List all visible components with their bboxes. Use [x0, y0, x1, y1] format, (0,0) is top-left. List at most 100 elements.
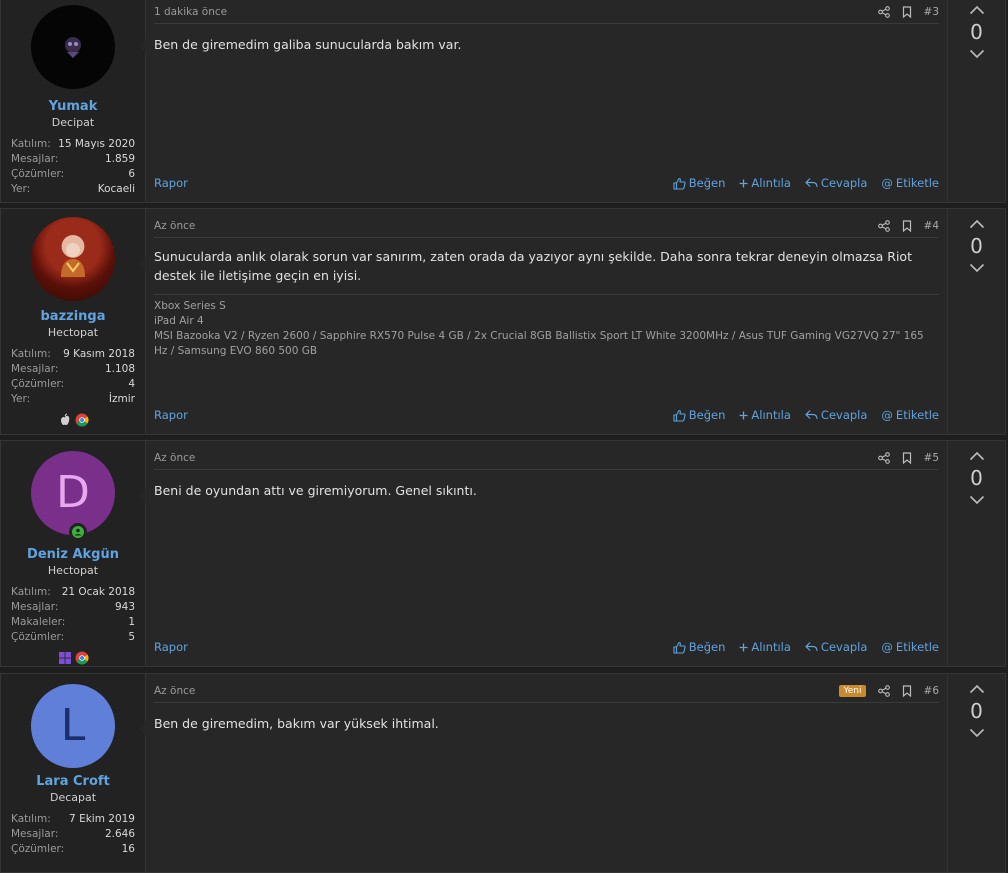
message-pointer	[139, 722, 146, 736]
avatar[interactable]	[31, 5, 115, 89]
online-status-icon	[69, 523, 87, 541]
quote-button[interactable]: Alıntıla	[739, 640, 791, 654]
chevron-up-icon[interactable]	[969, 5, 985, 15]
thumbs-up-icon	[673, 641, 686, 654]
post-number[interactable]: #3	[924, 6, 939, 18]
post-number[interactable]: #6	[924, 685, 939, 697]
stat-row: Çözümler: 6	[11, 167, 135, 182]
stat-label: Çözümler:	[11, 168, 65, 180]
avatar[interactable]: L	[31, 684, 115, 768]
message-body: Sunucularda anlık olarak sorun var sanır…	[154, 249, 912, 283]
device-badges	[1, 651, 145, 665]
user-title: Hectopat	[47, 564, 99, 577]
tag-label: Etiketle	[895, 640, 939, 654]
stat-row: Katılım: 21 Ocak 2018	[11, 585, 135, 600]
tag-button[interactable]: @ Etiketle	[881, 640, 939, 654]
username[interactable]: bazzinga	[1, 309, 145, 324]
bookmark-icon[interactable]	[902, 452, 912, 464]
thumbs-up-icon	[673, 177, 686, 190]
bookmark-icon[interactable]	[902, 220, 912, 232]
at-icon: @	[881, 640, 893, 654]
bookmark-icon[interactable]	[902, 685, 912, 697]
post-number[interactable]: #4	[924, 220, 939, 232]
vote-count: 0	[970, 699, 983, 723]
share-icon[interactable]	[877, 220, 890, 232]
share-icon[interactable]	[877, 685, 890, 697]
post-number[interactable]: #5	[924, 452, 939, 464]
stat-label: Yer:	[11, 393, 31, 405]
message-main: Az önce Yeni #6 Ben de giremedim, bakım …	[146, 674, 947, 872]
stat-label: Mesajlar:	[11, 363, 59, 375]
chevron-down-icon[interactable]	[969, 263, 985, 273]
message-body: Ben de giremedim, bakım var yüksek ihtim…	[154, 716, 439, 731]
post-time[interactable]: Az önce	[154, 452, 195, 464]
user-cell: D Deniz Akgün Hectopat Katılım: 21 Ocak 2…	[1, 441, 146, 666]
reply-button[interactable]: Cevapla	[805, 408, 867, 422]
avatar[interactable]	[31, 217, 115, 301]
user-cell: bazzinga Hectopat Katılım: 9 Kasım 2018 M…	[1, 209, 146, 434]
reply-icon	[805, 409, 818, 421]
stat-value: 9 Kasım 2018	[63, 348, 135, 360]
share-icon[interactable]	[877, 452, 890, 464]
username[interactable]: Deniz Akgün	[1, 547, 145, 562]
reply-button[interactable]: Cevapla	[805, 176, 867, 190]
signature: Xbox Series S iPad Air 4 MSI Bazooka V2 …	[154, 294, 939, 359]
post-4: bazzinga Hectopat Katılım: 9 Kasım 2018 M…	[0, 208, 1006, 435]
stat-label: Çözümler:	[11, 631, 65, 643]
at-icon: @	[881, 408, 893, 422]
stat-value: 7 Ekim 2019	[69, 813, 135, 825]
username[interactable]: Lara Croft	[1, 774, 145, 789]
post-time[interactable]: Az önce	[154, 220, 195, 232]
like-label: Beğen	[688, 176, 726, 190]
like-button[interactable]: Beğen	[673, 176, 726, 190]
stat-row: Çözümler: 4	[11, 377, 135, 392]
report-link[interactable]: Rapor	[154, 176, 188, 190]
vote-cell: 0	[947, 209, 1005, 434]
post-header: Az önce Yeni #6	[154, 680, 939, 703]
message-main: 1 dakika önce #3 Ben de giremedim galiba…	[146, 0, 947, 202]
chevron-up-icon[interactable]	[969, 219, 985, 229]
chevron-down-icon[interactable]	[969, 49, 985, 59]
tag-button[interactable]: @ Etiketle	[881, 176, 939, 190]
report-link[interactable]: Rapor	[154, 640, 188, 654]
post-time[interactable]: 1 dakika önce	[154, 6, 227, 18]
tag-button[interactable]: @ Etiketle	[881, 408, 939, 422]
chevron-down-icon[interactable]	[969, 728, 985, 738]
username[interactable]: Yumak	[1, 99, 145, 114]
signature-line: iPad Air 4	[154, 315, 204, 327]
stat-label: Katılım:	[11, 138, 51, 150]
quote-label: Alıntıla	[751, 640, 791, 654]
stat-value: 1.859	[104, 153, 135, 165]
post-5: D Deniz Akgün Hectopat Katılım: 21 Ocak 2…	[0, 440, 1006, 667]
at-icon: @	[881, 176, 893, 190]
share-icon[interactable]	[877, 6, 890, 18]
quote-button[interactable]: Alıntıla	[739, 176, 791, 190]
reply-icon	[805, 177, 818, 189]
user-cell: L Lara Croft Decapat Katılım: 7 Ekim 2019…	[1, 674, 146, 872]
avatar[interactable]: D	[31, 451, 115, 541]
stat-row: Mesajlar: 2.646	[11, 827, 135, 842]
chevron-up-icon[interactable]	[969, 451, 985, 461]
reply-button[interactable]: Cevapla	[805, 640, 867, 654]
report-link[interactable]: Rapor	[154, 408, 188, 422]
like-button[interactable]: Beğen	[673, 408, 725, 422]
bookmark-icon[interactable]	[902, 6, 912, 18]
quote-button[interactable]: Alıntıla	[739, 408, 791, 422]
post-time[interactable]: Az önce	[154, 685, 195, 697]
post-header: Az önce #4	[154, 215, 939, 238]
message-pointer	[139, 39, 146, 53]
stat-row: Katılım: 15 Mayıs 2020	[11, 137, 135, 152]
user-stats: Katılım: 7 Ekim 2019 Mesajlar: 2.646 Çözüm…	[11, 812, 135, 857]
user-stats: Katılım: 21 Ocak 2018 Mesajlar: 943 Makale…	[11, 585, 135, 645]
chevron-down-icon[interactable]	[969, 495, 985, 505]
stat-label: Mesajlar:	[11, 601, 59, 613]
post-actions: Beğen Alıntıla Cevapla @ Etiketle	[673, 408, 939, 422]
stat-row: Makaleler: 1	[11, 615, 135, 630]
like-button[interactable]: Beğen	[673, 640, 725, 654]
post-3: Yumak Decipat Katılım: 15 Mayıs 2020 Mesa…	[0, 0, 1006, 203]
chevron-up-icon[interactable]	[969, 684, 985, 694]
post-header-actions: #3	[877, 6, 939, 18]
user-title: Decipat	[51, 116, 95, 129]
signature-line: Xbox Series S	[154, 300, 226, 312]
post-actions: Beğen Alıntıla Cevapla @ Etiketle	[673, 176, 939, 190]
